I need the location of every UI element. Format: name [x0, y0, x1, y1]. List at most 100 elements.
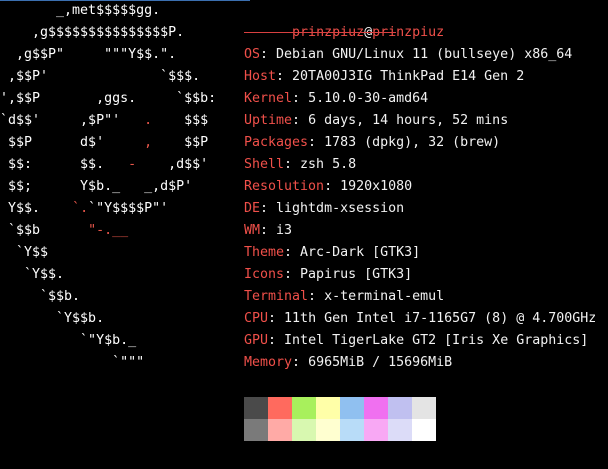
info-colon: :: [324, 179, 341, 194]
info-colon: :: [292, 91, 309, 106]
logo-text: ,$$P' `$$$.: [0, 69, 201, 84]
info-colon: :: [260, 223, 277, 238]
logo-line: `Y$$: [0, 242, 48, 264]
info-row-os: OS: Debian GNU/Linux 11 (bullseye) x86_6…: [244, 44, 572, 66]
info-row-wm: WM: i3: [244, 220, 292, 242]
info-row-resolution: Resolution: 1920x1080: [244, 176, 412, 198]
info-value: i3: [276, 223, 293, 238]
logo-line: `d$$' ,$P"' . $$$: [0, 110, 208, 132]
info-value: x-terminal-emul: [324, 289, 445, 304]
logo-text: `Y$$b.: [0, 311, 105, 326]
info-key: GPU: [244, 333, 269, 348]
logo-text: _,met$$$$$gg.: [0, 3, 161, 18]
info-key: DE: [244, 201, 261, 216]
info-key: Theme: [244, 245, 285, 260]
logo-text: `d$$' ,$P"': [0, 113, 145, 128]
logo-red-accent: .: [144, 113, 153, 128]
logo-line: $$P d$' , $$P: [0, 132, 208, 154]
info-row-kernel: Kernel: 5.10.0-30-amd64: [244, 88, 428, 110]
info-key: Memory: [244, 355, 293, 370]
logo-line: $$: $$. - ,d$$': [0, 154, 208, 176]
palette-swatch-bright: [268, 419, 292, 441]
info-colon: :: [284, 267, 301, 282]
logo-line: ,g$$$$$$$$$$$$$$$P.: [0, 22, 184, 44]
logo-line: `Y$$.: [0, 264, 64, 286]
terminal-window[interactable]: _,met$$$$$gg. ,g$$$$$$$$$$$$$$$P. ,g$$P"…: [0, 0, 608, 469]
header-separator: [244, 32, 396, 33]
logo-line: Y$$. `.`"Y$$$$P"': [0, 198, 168, 220]
logo-text: `"Y$b._: [0, 333, 137, 348]
info-row-host: Host: 20TA00J3IG ThinkPad E14 Gen 2: [244, 66, 524, 88]
logo-text: $$: $$.: [0, 157, 129, 172]
info-colon: :: [260, 47, 277, 62]
info-key: Resolution: [244, 179, 325, 194]
logo-text: $$$: [152, 113, 209, 128]
logo-text: ',$$P ,ggs. `$$b:: [0, 91, 217, 106]
info-colon: :: [292, 113, 309, 128]
palette-swatch-normal: [268, 397, 292, 419]
logo-text: $$P d$': [0, 135, 145, 150]
info-colon: :: [284, 245, 301, 260]
palette-swatch-normal: [244, 397, 268, 419]
info-row-shell: Shell: zsh 5.8: [244, 154, 356, 176]
logo-line: `Y$$b.: [0, 308, 104, 330]
logo-text: $$P: [152, 135, 209, 150]
logo-text: Y$$.: [0, 201, 73, 216]
logo-line: ',$$P ,ggs. `$$b:: [0, 88, 216, 110]
info-key: Shell: [244, 157, 285, 172]
info-value: 11th Gen Intel i7-1165G7 (8) @ 4.700GHz: [284, 311, 597, 326]
info-value: 1783 (dpkg), 32 (brew): [324, 135, 501, 150]
palette-swatch-bright: [412, 419, 436, 441]
info-row-packages: Packages: 1783 (dpkg), 32 (brew): [244, 132, 500, 154]
info-key: WM: [244, 223, 261, 238]
logo-text: ,d$$': [136, 157, 209, 172]
logo-line: $$; Y$b._ _,d$P': [0, 176, 192, 198]
info-value: 6965MiB / 15696MiB: [308, 355, 453, 370]
info-row-uptime: Uptime: 6 days, 14 hours, 52 mins: [244, 110, 508, 132]
info-colon: :: [308, 135, 325, 150]
info-key: CPU: [244, 311, 269, 326]
palette-swatch-normal: [292, 397, 316, 419]
palette-swatch-bright: [244, 419, 268, 441]
palette-swatch-bright: [364, 419, 388, 441]
info-value: zsh 5.8: [300, 157, 357, 172]
info-value: 20TA00J3IG ThinkPad E14 Gen 2: [292, 69, 525, 84]
logo-line: ,g$$P" """Y$$.".: [0, 44, 176, 66]
logo-line: _,met$$$$$gg.: [0, 0, 160, 22]
info-key: Kernel: [244, 91, 293, 106]
info-colon: :: [308, 289, 325, 304]
logo-text: `Y$$.: [0, 267, 65, 282]
logo-line: `""": [0, 352, 144, 374]
info-row-memory: Memory: 6965MiB / 15696MiB: [244, 352, 452, 374]
info-key: Uptime: [244, 113, 293, 128]
info-colon: :: [260, 201, 277, 216]
info-colon: :: [284, 157, 301, 172]
logo-text: `$$b: [0, 223, 89, 238]
logo-text: `$$b.: [0, 289, 81, 304]
palette-swatch-normal: [364, 397, 388, 419]
info-colon: :: [276, 69, 293, 84]
palette-swatch-bright: [388, 419, 412, 441]
logo-text: ,g$$P" """Y$$.".: [0, 47, 177, 62]
logo-line: `$$b.: [0, 286, 80, 308]
logo-text: ,g$$$$$$$$$$$$$$$P.: [0, 25, 185, 40]
info-key: Packages: [244, 135, 309, 150]
user-host-line: prinzpiuz@prinzpiuz: [244, 0, 444, 40]
info-key: Terminal: [244, 289, 309, 304]
info-value: Debian GNU/Linux 11 (bullseye) x86_64: [276, 47, 573, 62]
logo-red-accent: -: [128, 157, 137, 172]
palette-swatch-normal: [388, 397, 412, 419]
logo-red-accent: `.: [72, 201, 89, 216]
info-row-icons: Icons: Papirus [GTK3]: [244, 264, 412, 286]
info-colon: :: [268, 333, 285, 348]
palette-swatch-normal: [412, 397, 436, 419]
logo-red-accent: "-.__: [88, 223, 129, 238]
palette-swatch-bright: [316, 419, 340, 441]
logo-line: `$$b "-.__: [0, 220, 128, 242]
info-value: 5.10.0-30-amd64: [308, 91, 429, 106]
info-row-gpu: GPU: Intel TigerLake GT2 [Iris Xe Graphi…: [244, 330, 588, 352]
info-row-terminal: Terminal: x-terminal-emul: [244, 286, 444, 308]
info-colon: :: [268, 311, 285, 326]
logo-text: $$; Y$b._ _,d$P': [0, 179, 193, 194]
info-key: Icons: [244, 267, 285, 282]
